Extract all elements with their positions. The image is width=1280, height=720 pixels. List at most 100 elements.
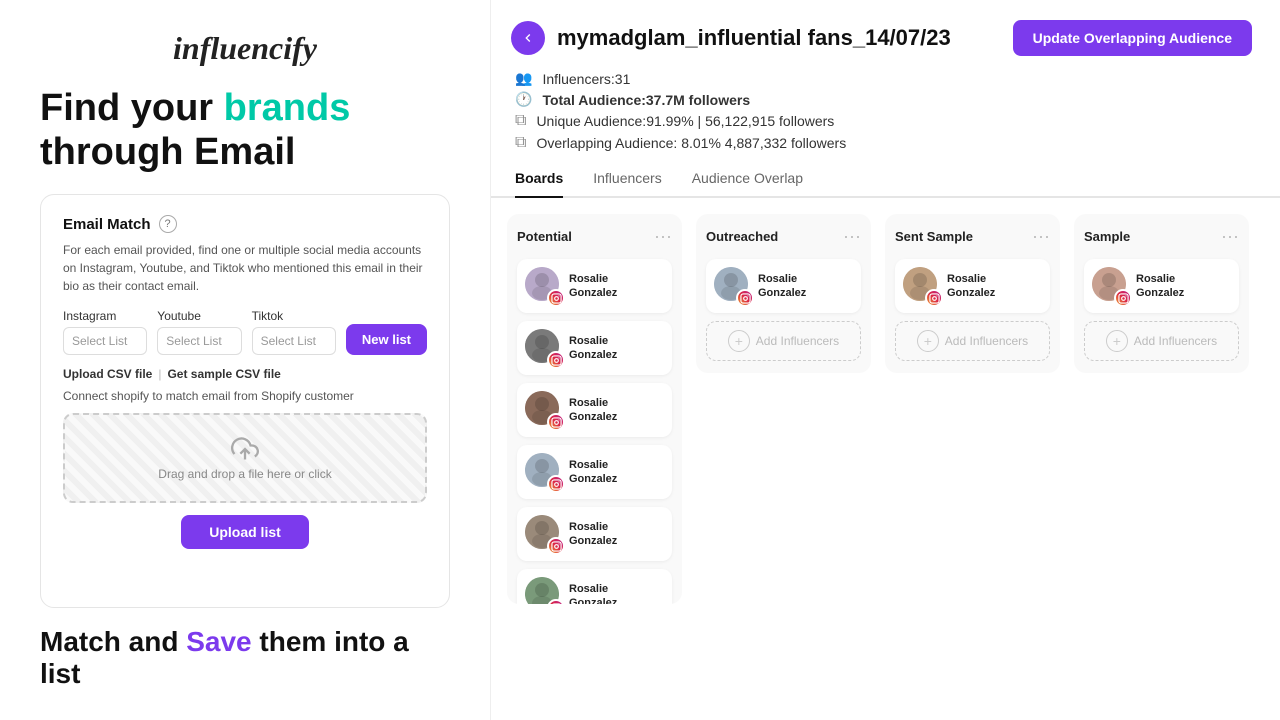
upload-csv-link[interactable]: Upload CSV file	[63, 367, 152, 381]
influencer-card[interactable]: Rosalie Gonzalez	[517, 569, 672, 604]
new-list-button[interactable]: New list	[346, 324, 427, 355]
instagram-badge-icon	[547, 599, 565, 604]
board-column-sample: Sample··· Rosalie Gonzalez +Add Influencer…	[1074, 214, 1249, 373]
headline: Find your brands through Email	[40, 87, 450, 174]
tagline: Match and Save them into a list	[40, 626, 450, 690]
instagram-badge-icon	[1114, 289, 1132, 307]
add-plus-icon: +	[728, 330, 750, 352]
instagram-badge-icon	[925, 289, 943, 307]
board-header: Potential ···	[517, 226, 672, 247]
sample-csv-link[interactable]: Get sample CSV file	[167, 367, 280, 381]
card-desc: For each email provided, find one or mul…	[63, 241, 427, 295]
tab-audience-overlap[interactable]: Audience Overlap	[692, 162, 803, 198]
avatar-stack	[525, 329, 563, 367]
back-button[interactable]	[511, 21, 545, 55]
add-plus-icon: +	[1106, 330, 1128, 352]
avatar-stack	[525, 515, 563, 553]
influencer-card[interactable]: Rosalie Gonzalez	[517, 259, 672, 313]
csv-row: Upload CSV file | Get sample CSV file	[63, 367, 427, 381]
board-menu-icon[interactable]: ···	[654, 226, 672, 247]
upload-list-button[interactable]: Upload list	[181, 515, 309, 549]
board-header: Sample···	[1084, 226, 1239, 247]
avatar-stack	[714, 267, 752, 305]
add-influencers-button[interactable]: + Add Influencers	[895, 321, 1050, 361]
board-name: Outreached	[706, 229, 778, 244]
email-match-card: Email Match ? For each email provided, f…	[40, 194, 450, 608]
board-menu-icon[interactable]: ···	[843, 226, 861, 247]
stats-section: Influencers:31 Total Audience:37.7M foll…	[491, 66, 1280, 156]
headline-text1: Find your	[40, 87, 224, 129]
board-name: Potential	[517, 229, 572, 244]
tiktok-select[interactable]: Select List	[252, 327, 336, 355]
instagram-badge-icon	[547, 413, 565, 431]
influencer-name: Rosalie Gonzalez	[569, 334, 617, 363]
board-name: Sent Sample	[895, 229, 973, 244]
board-column-sent-sample: Sent Sample ··· Rosalie Gonzalez + Add Influ…	[885, 214, 1060, 373]
copy-icon-2	[515, 134, 526, 152]
back-title: mymadglam_influential fans_14/07/23	[511, 21, 951, 55]
left-panel: influencify Find your brands through Ema…	[0, 0, 490, 720]
tagline-accent: Save	[186, 626, 251, 657]
youtube-group: Youtube Select List	[157, 309, 241, 355]
copy-icon-1	[515, 112, 526, 130]
add-influencers-label: Add Influencers	[945, 334, 1028, 348]
board-menu-icon[interactable]: ···	[1032, 226, 1050, 247]
influencer-name: Rosalie Gonzalez	[569, 582, 617, 604]
add-plus-icon: +	[917, 330, 939, 352]
top-bar: mymadglam_influential fans_14/07/23 Upda…	[491, 0, 1280, 66]
add-influencers-button[interactable]: +Add Influencers	[1084, 321, 1239, 361]
card-title: Email Match	[63, 216, 151, 233]
board-header: Outreached ···	[706, 226, 861, 247]
avatar-stack	[525, 453, 563, 491]
tagline-text1: Match and	[40, 626, 186, 657]
influencer-card[interactable]: Rosalie Gonzalez	[517, 507, 672, 561]
boards-area: Potential ··· Rosalie Gonzalez Rosalie Gonz…	[491, 198, 1280, 720]
card-header: Email Match ?	[63, 215, 427, 233]
influencer-name: Rosalie Gonzalez	[569, 272, 617, 301]
instagram-badge-icon	[547, 351, 565, 369]
avatar-stack	[903, 267, 941, 305]
board-header: Sent Sample ···	[895, 226, 1050, 247]
youtube-select[interactable]: Select List	[157, 327, 241, 355]
influencer-name: Rosalie Gonzalez	[758, 272, 806, 301]
drop-text: Drag and drop a file here or click	[158, 467, 331, 481]
avatar-stack	[525, 391, 563, 429]
board-column-outreached: Outreached ··· Rosalie Gonzalez +Add Influe…	[696, 214, 871, 373]
right-panel: mymadglam_influential fans_14/07/23 Upda…	[490, 0, 1280, 720]
add-influencers-button[interactable]: +Add Influencers	[706, 321, 861, 361]
clock-icon	[515, 91, 532, 108]
total-audience-value: Total Audience:37.7M followers	[542, 92, 750, 108]
tab-boards[interactable]: Boards	[515, 162, 563, 198]
board-column-potential: Potential ··· Rosalie Gonzalez Rosalie Gonz…	[507, 214, 682, 604]
people-icon	[515, 70, 532, 87]
influencer-name: Rosalie Gonzalez	[569, 520, 617, 549]
help-icon[interactable]: ?	[159, 215, 177, 233]
influencer-name: Rosalie Gonzalez	[947, 272, 995, 301]
influencer-card[interactable]: Rosalie Gonzalez	[1084, 259, 1239, 313]
tab-influencers[interactable]: Influencers	[593, 162, 661, 198]
update-overlapping-button[interactable]: Update Overlapping Audience	[1013, 20, 1252, 56]
board-menu-icon[interactable]: ···	[1221, 226, 1239, 247]
headline-text2: through Email	[40, 131, 295, 173]
back-arrow-icon	[520, 30, 536, 46]
instagram-badge-icon	[547, 475, 565, 493]
influencer-card[interactable]: Rosalie Gonzalez	[895, 259, 1050, 313]
campaign-title: mymadglam_influential fans_14/07/23	[557, 25, 951, 51]
avatar-stack	[525, 267, 563, 305]
stat-total-audience: Total Audience:37.7M followers	[515, 91, 1252, 108]
instagram-label: Instagram	[63, 309, 147, 323]
shopify-text: Connect shopify to match email from Shop…	[63, 389, 427, 403]
influencer-card[interactable]: Rosalie Gonzalez	[517, 321, 672, 375]
influencer-card[interactable]: Rosalie Gonzalez	[517, 383, 672, 437]
drop-zone[interactable]: Drag and drop a file here or click	[63, 413, 427, 503]
youtube-label: Youtube	[157, 309, 241, 323]
csv-separator: |	[158, 367, 161, 381]
influencer-card[interactable]: Rosalie Gonzalez	[706, 259, 861, 313]
stat-unique-audience: Unique Audience:91.99% | 56,122,915 foll…	[515, 112, 1252, 130]
avatar-stack	[1092, 267, 1130, 305]
tiktok-group: Tiktok Select List	[252, 309, 336, 355]
influencer-card[interactable]: Rosalie Gonzalez	[517, 445, 672, 499]
instagram-badge-icon	[547, 537, 565, 555]
instagram-select[interactable]: Select List	[63, 327, 147, 355]
influencer-name: Rosalie Gonzalez	[1136, 272, 1184, 301]
